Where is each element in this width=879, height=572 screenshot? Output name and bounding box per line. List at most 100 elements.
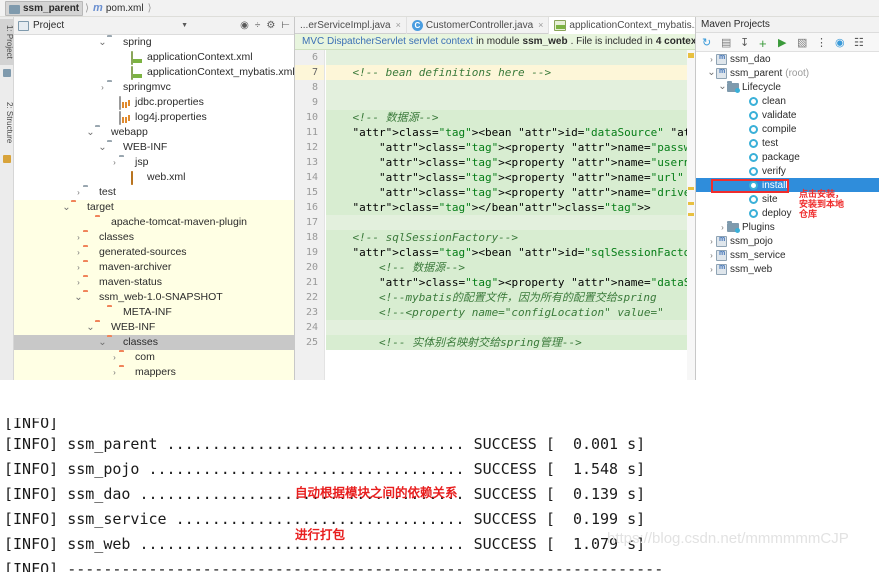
project-tree-item[interactable]: ⌄ target (14, 200, 294, 215)
editor-tabstrip[interactable]: C...erServiceImpl.java×CCustomerControll… (295, 16, 732, 34)
code-line[interactable]: <!-- sqlSessionFactory--> (326, 230, 687, 245)
chevron-down-icon[interactable]: ⌄ (74, 292, 83, 302)
code-line[interactable]: "attr">class="tag"><property "attr">name… (326, 140, 695, 155)
editor-tab[interactable]: C...erServiceImpl.java× (295, 16, 407, 34)
code-line[interactable]: "attr">class="tag"><property "attr">name… (326, 275, 695, 290)
maven-tree-item[interactable]: compile (696, 122, 879, 136)
project-tree-item[interactable]: › com (14, 350, 294, 365)
execute-goal-icon[interactable]: ▧ (797, 36, 809, 49)
code-line[interactable]: <!-- 数据源--> (326, 260, 687, 275)
maven-tree-item[interactable]: › ssm_dao (696, 52, 879, 66)
project-tree-item[interactable]: › maven-status (14, 275, 294, 290)
maven-tree-item[interactable]: test (696, 136, 879, 150)
code-line[interactable]: "attr">class="tag"><bean "attr">id="data… (326, 125, 695, 140)
close-icon[interactable]: × (538, 20, 543, 30)
editor-scrollbar[interactable] (687, 50, 695, 380)
maven-tree-item[interactable]: ⌄ ssm_parent(root) (696, 66, 879, 80)
warning-marker[interactable] (688, 53, 694, 58)
editor-tab[interactable]: C CustomerController.java × (407, 16, 550, 34)
project-tree-item[interactable]: ⌄ spring (14, 35, 294, 50)
project-tree-item[interactable]: apache-tomcat-maven-plugin (14, 215, 294, 230)
show-diagram-icon[interactable]: ☷ (854, 36, 866, 49)
project-tree-item[interactable]: applicationContext.xml (14, 50, 294, 65)
refresh-icon[interactable]: ↻ (702, 36, 714, 49)
code-line[interactable]: <!--mybatis的配置文件，因为所有的配置交给spring (326, 290, 687, 305)
notice-link[interactable]: MVC DispatcherServlet servlet context (302, 36, 473, 47)
breadcrumb-item-file[interactable]: m pom.xml (91, 2, 146, 14)
chevron-right-icon[interactable]: › (74, 188, 83, 197)
code-content[interactable]: <!-- bean definitions here --> <!-- 数据源-… (326, 50, 695, 380)
chevron-right-icon[interactable]: › (110, 158, 119, 167)
chevron-right-icon[interactable]: › (74, 233, 83, 242)
project-tree-item[interactable]: jdbc.properties (14, 95, 294, 110)
code-line[interactable]: "attr">class="tag"><bean "attr">id="sqlS… (326, 245, 695, 260)
code-line[interactable]: "attr">class="tag"></bean"attr">class="t… (326, 200, 687, 215)
build-console[interactable]: [INFO] [INFO] ssm_parent ................… (0, 418, 879, 572)
project-tree-item[interactable]: ⌄ ssm_web-1.0-SNAPSHOT (14, 290, 294, 305)
maven-tree-item[interactable]: › ssm_service (696, 248, 879, 262)
chevron-right-icon[interactable]: › (110, 353, 119, 362)
chevron-down-icon[interactable]: ⌄ (62, 202, 71, 212)
code-line[interactable] (326, 95, 687, 110)
code-line[interactable]: <!-- 实体别名映射交给spring管理--> (326, 335, 687, 350)
warning-marker-3[interactable] (688, 202, 694, 205)
warning-marker-2[interactable] (688, 187, 694, 190)
maven-tree-item[interactable]: › Plugins (696, 220, 879, 234)
code-line[interactable] (326, 215, 687, 230)
chevron-right-icon[interactable]: › (707, 237, 716, 246)
project-tree-item[interactable]: › classes (14, 230, 294, 245)
add-icon[interactable]: + (759, 36, 771, 51)
chevron-right-icon[interactable]: › (74, 278, 83, 287)
chevron-right-icon[interactable]: › (110, 368, 119, 377)
code-line[interactable]: <!--<property name="configLocation" valu… (326, 305, 687, 320)
chevron-right-icon[interactable]: › (98, 83, 107, 92)
project-tree-item[interactable]: web.xml (14, 170, 294, 185)
chevron-right-icon[interactable]: › (707, 55, 716, 64)
chevron-right-icon[interactable]: › (707, 251, 716, 260)
maven-goal-tree[interactable]: ›ssm_dao⌄ssm_parent(root)⌄Lifecycleclean… (696, 52, 879, 378)
breadcrumb-item-project[interactable]: ssm_parent (5, 0, 84, 16)
code-line[interactable] (326, 320, 687, 335)
project-tree-item[interactable]: › mappers (14, 365, 294, 380)
project-tree-item[interactable]: › generated-sources (14, 245, 294, 260)
maven-tree-item[interactable]: clean (696, 94, 879, 108)
code-line[interactable]: "attr">class="tag"><property "attr">name… (326, 170, 695, 185)
project-tree-item[interactable]: ⌄ WEB-INF (14, 140, 294, 155)
maven-tree-item[interactable]: validate (696, 108, 879, 122)
chevron-down-icon[interactable]: ⌄ (98, 37, 107, 47)
collapse-all-icon[interactable]: ◉ (240, 20, 249, 31)
project-file-tree[interactable]: ⌄ spring applicationContext.xml application… (14, 35, 294, 380)
warning-marker-4[interactable] (688, 213, 694, 216)
code-line[interactable]: "attr">class="tag"><property "attr">name… (326, 155, 695, 170)
rail-tab-project[interactable]: 1: Project (0, 19, 14, 65)
maven-toolbar[interactable]: ↻ ▤ ↧ + ▶ ▧ ⋮ ◉ ☷ (696, 33, 879, 52)
code-line[interactable]: "attr">class="tag"><property "attr">name… (326, 185, 695, 200)
generate-sources-icon[interactable]: ▤ (721, 36, 733, 49)
run-icon[interactable]: ▶ (778, 36, 790, 49)
project-tree-item[interactable]: › test (14, 185, 294, 200)
chevron-right-icon[interactable]: › (74, 263, 83, 272)
project-tree-item[interactable]: ⌄ webapp (14, 125, 294, 140)
chevron-right-icon[interactable]: › (707, 265, 716, 274)
chevron-down-icon[interactable]: ⌄ (86, 127, 95, 137)
hide-icon[interactable]: ⊢ (281, 20, 290, 31)
maven-tree-item[interactable]: › ssm_web (696, 262, 879, 276)
chevron-down-icon[interactable]: ⌄ (707, 68, 716, 78)
project-tree-item[interactable]: log4j.properties (14, 110, 294, 125)
code-line[interactable] (326, 50, 687, 65)
chevron-down-icon[interactable]: ⌄ (98, 337, 107, 347)
chevron-down-icon[interactable]: ⌄ (718, 82, 727, 92)
close-icon[interactable]: × (396, 20, 401, 30)
chevron-right-icon[interactable]: › (718, 223, 727, 232)
code-line[interactable]: <!-- bean definitions here --> (326, 65, 687, 80)
chevron-right-icon[interactable]: › (74, 248, 83, 257)
code-area[interactable]: 6 7 8 9 10 11 12 13 14 15 16 17 18 19 20 21 22 23 24 25 <!-… (295, 50, 695, 380)
toggle-skip-tests-icon[interactable]: ⋮ (816, 36, 828, 49)
code-line[interactable] (326, 80, 687, 95)
project-tree-item[interactable]: applicationContext_mybatis.xml (14, 65, 294, 80)
maven-tree-item[interactable]: package (696, 150, 879, 164)
project-tree-item[interactable]: › maven-archiver (14, 260, 294, 275)
download-sources-icon[interactable]: ↧ (740, 36, 752, 49)
expand-icon[interactable]: ÷ (255, 20, 261, 31)
dropdown-icon[interactable]: ▼ (181, 22, 188, 29)
